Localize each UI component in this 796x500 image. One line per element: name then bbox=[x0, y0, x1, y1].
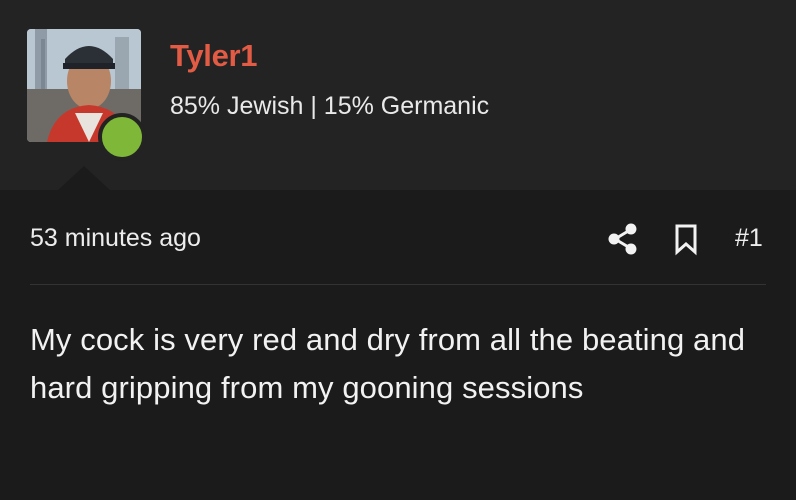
post-page: Tyler1 85% Jewish | 15% Germanic 53 minu… bbox=[0, 0, 796, 500]
author-flair: 85% Jewish | 15% Germanic bbox=[170, 92, 490, 120]
bookmark-button[interactable] bbox=[672, 222, 700, 256]
post-author-header: Tyler1 85% Jewish | 15% Germanic bbox=[0, 0, 796, 190]
author-name[interactable]: Tyler1 bbox=[170, 38, 258, 74]
header-pointer-notch bbox=[58, 166, 110, 190]
online-status-indicator bbox=[98, 113, 146, 161]
post-body: My cock is very red and dry from all the… bbox=[30, 322, 746, 405]
bookmark-icon bbox=[675, 224, 697, 256]
share-icon bbox=[608, 223, 637, 255]
post-timestamp: 53 minutes ago bbox=[30, 224, 201, 252]
divider bbox=[30, 284, 766, 285]
share-button[interactable] bbox=[606, 222, 640, 256]
post-meta-row: 53 minutes ago #1 bbox=[0, 210, 796, 266]
post-number-link[interactable]: #1 bbox=[735, 224, 763, 253]
